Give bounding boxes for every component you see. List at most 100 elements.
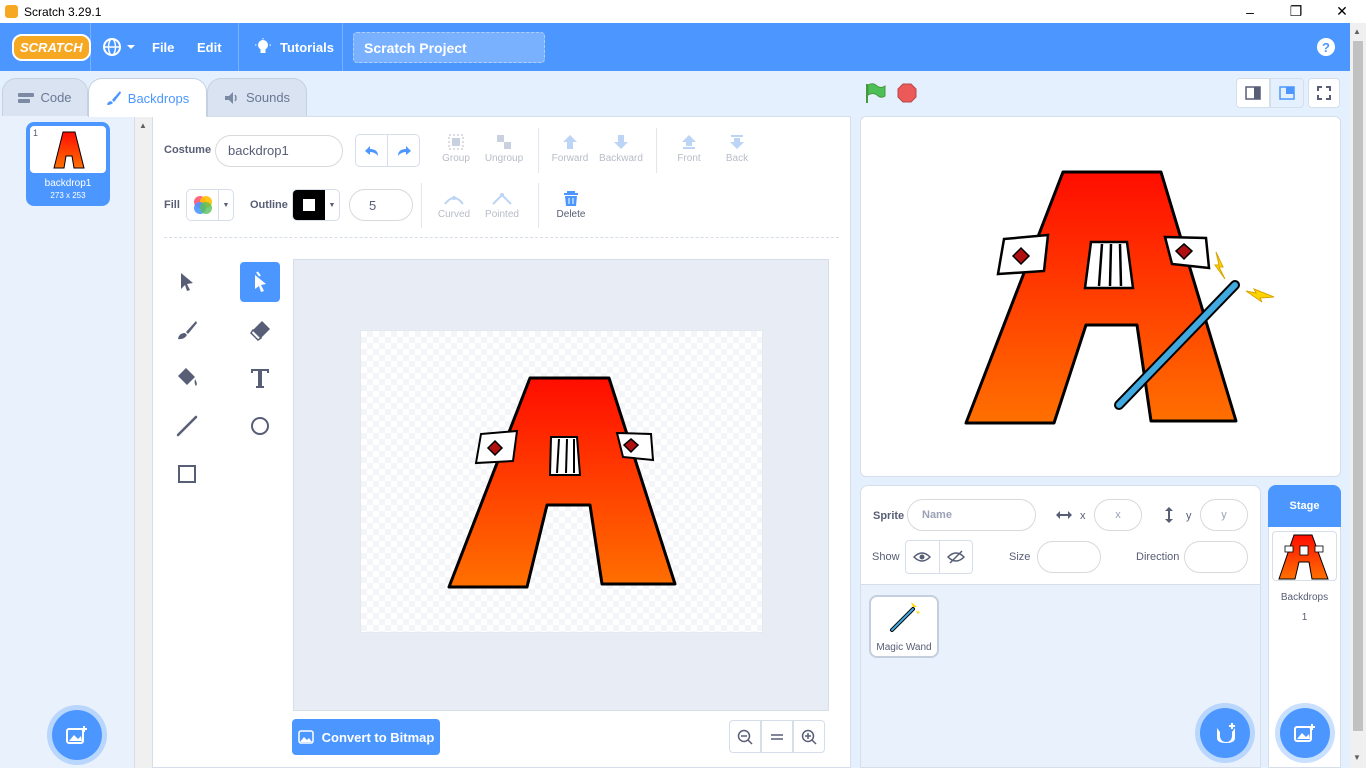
y-input[interactable]: y	[1200, 499, 1248, 531]
backdrops-count: 1	[1301, 612, 1308, 623]
menu-bar: SCRATCH File Edit Tutorials Scratch Proj…	[0, 23, 1366, 71]
text-tool[interactable]	[240, 358, 280, 398]
scratch-logo[interactable]: SCRATCH	[12, 23, 91, 71]
close-button[interactable]: ✕	[1319, 0, 1365, 23]
help-icon[interactable]: ?	[1317, 38, 1335, 56]
green-flag-icon	[866, 83, 886, 103]
sprite-tile[interactable]: Magic Wand	[869, 595, 939, 658]
fill-tool[interactable]	[167, 358, 207, 398]
project-title-input[interactable]: Scratch Project	[353, 32, 545, 63]
zoom-reset-button[interactable]	[761, 720, 793, 753]
rectangle-tool[interactable]	[167, 454, 207, 494]
send-back-icon	[730, 135, 744, 149]
green-flag-button[interactable]	[864, 82, 888, 109]
tab-code[interactable]: Code	[2, 78, 88, 116]
select-tool[interactable]	[167, 262, 207, 302]
costume-label: Costume	[164, 144, 212, 156]
sprite-label: Sprite	[873, 510, 905, 522]
direction-input[interactable]	[1184, 541, 1248, 573]
delete-button[interactable]: Delete	[553, 190, 589, 220]
outline-swatch	[303, 199, 315, 211]
costume-name-input[interactable]: backdrop1	[215, 135, 343, 167]
cat-add-icon	[1217, 723, 1235, 743]
minimize-button[interactable]: –	[1227, 0, 1273, 23]
letter-a-drawing[interactable]	[441, 371, 681, 597]
tab-sounds-label: Sounds	[245, 90, 291, 105]
brush-tool[interactable]	[167, 310, 207, 350]
zoom-in-button[interactable]	[793, 720, 825, 753]
backdrop-size: 273 x 253	[50, 191, 86, 200]
undo-icon	[364, 145, 378, 156]
choose-sprite-button[interactable]	[1200, 708, 1250, 758]
pointed-point-icon	[492, 193, 512, 205]
tab-backdrops[interactable]: Backdrops	[88, 78, 207, 117]
large-stage-button[interactable]	[1270, 78, 1304, 108]
tutorials-menu[interactable]: Tutorials	[254, 23, 334, 71]
circle-tool[interactable]	[240, 406, 280, 446]
outline-color-picker[interactable]: ▼	[292, 189, 340, 221]
speaker-icon	[224, 91, 237, 104]
choose-backdrop-button[interactable]	[52, 710, 102, 760]
group-button[interactable]: Group	[440, 134, 472, 164]
convert-to-bitmap-button[interactable]: Convert to Bitmap	[292, 719, 440, 755]
size-input[interactable]	[1037, 541, 1101, 573]
ungroup-button[interactable]: Ungroup	[484, 134, 524, 164]
stop-button[interactable]	[897, 83, 917, 108]
vertical-arrows-icon	[1165, 507, 1173, 523]
backdrop-name: backdrop1	[44, 178, 92, 189]
backdrop-list: 1 backdrop1 273 x 253	[0, 116, 135, 768]
redo-button[interactable]	[388, 135, 419, 166]
forward-button[interactable]: Forward	[550, 134, 590, 164]
reshape-tool[interactable]	[240, 262, 280, 302]
stage-canvas[interactable]	[860, 116, 1341, 477]
choose-backdrop-stage-button[interactable]	[1280, 708, 1330, 758]
curved-point-icon	[444, 196, 464, 205]
hide-sprite-button[interactable]	[940, 541, 973, 573]
eraser-tool[interactable]	[240, 310, 280, 350]
front-button[interactable]: Front	[672, 134, 706, 164]
small-stage-icon	[1245, 86, 1261, 100]
maximize-button[interactable]: ❐	[1273, 0, 1319, 23]
zoom-out-button[interactable]	[729, 720, 761, 753]
show-sprite-button[interactable]	[906, 541, 940, 573]
sprite-list: Magic Wand	[860, 585, 1261, 768]
fullscreen-icon	[1317, 86, 1331, 100]
window-scrollbar[interactable]: ▲ ▼	[1350, 23, 1366, 768]
size-label: Size	[1009, 551, 1031, 563]
edit-menu[interactable]: Edit	[197, 23, 222, 71]
paint-canvas[interactable]	[360, 330, 763, 633]
curved-button[interactable]: Curved	[436, 190, 472, 220]
tab-sounds[interactable]: Sounds	[207, 78, 307, 116]
backward-button[interactable]: Backward	[598, 134, 644, 164]
back-button[interactable]: Back	[721, 134, 753, 164]
file-menu[interactable]: File	[152, 23, 174, 71]
paint-bucket-icon	[178, 368, 197, 386]
letter-a-thumbnail	[53, 131, 85, 169]
logo-text: SCRATCH	[12, 33, 91, 61]
show-label: Show	[872, 551, 900, 563]
line-tool[interactable]	[167, 406, 207, 446]
convert-label: Convert to Bitmap	[321, 729, 435, 745]
x-input[interactable]: x	[1094, 499, 1142, 531]
pointed-button[interactable]: Pointed	[483, 190, 521, 220]
zoom-out-icon	[737, 729, 753, 745]
image-add-icon	[1294, 724, 1315, 742]
small-stage-button[interactable]	[1236, 78, 1270, 108]
backdrops-label: Backdrops	[1280, 592, 1329, 603]
backdrop-thumbnail[interactable]: 1 backdrop1 273 x 253	[26, 122, 110, 206]
image-add-icon	[66, 726, 87, 744]
fill-dropdown-icon: ▼	[222, 201, 230, 209]
eye-slash-icon	[946, 550, 965, 564]
backdrop-list-scrollbar[interactable]: ▲	[135, 116, 152, 768]
fullscreen-button[interactable]	[1308, 78, 1340, 108]
group-label: Group	[442, 153, 470, 164]
visibility-toggle	[905, 540, 973, 574]
undo-button[interactable]	[356, 135, 388, 166]
direction-label: Direction	[1136, 551, 1180, 563]
outline-width-input[interactable]: 5	[349, 189, 413, 221]
forward-label: Forward	[551, 153, 589, 164]
fill-color-picker[interactable]: ▼	[186, 189, 234, 221]
language-menu[interactable]	[102, 23, 138, 71]
sprite-name-input[interactable]: Name	[907, 499, 1036, 531]
zoom-in-icon	[801, 729, 817, 745]
